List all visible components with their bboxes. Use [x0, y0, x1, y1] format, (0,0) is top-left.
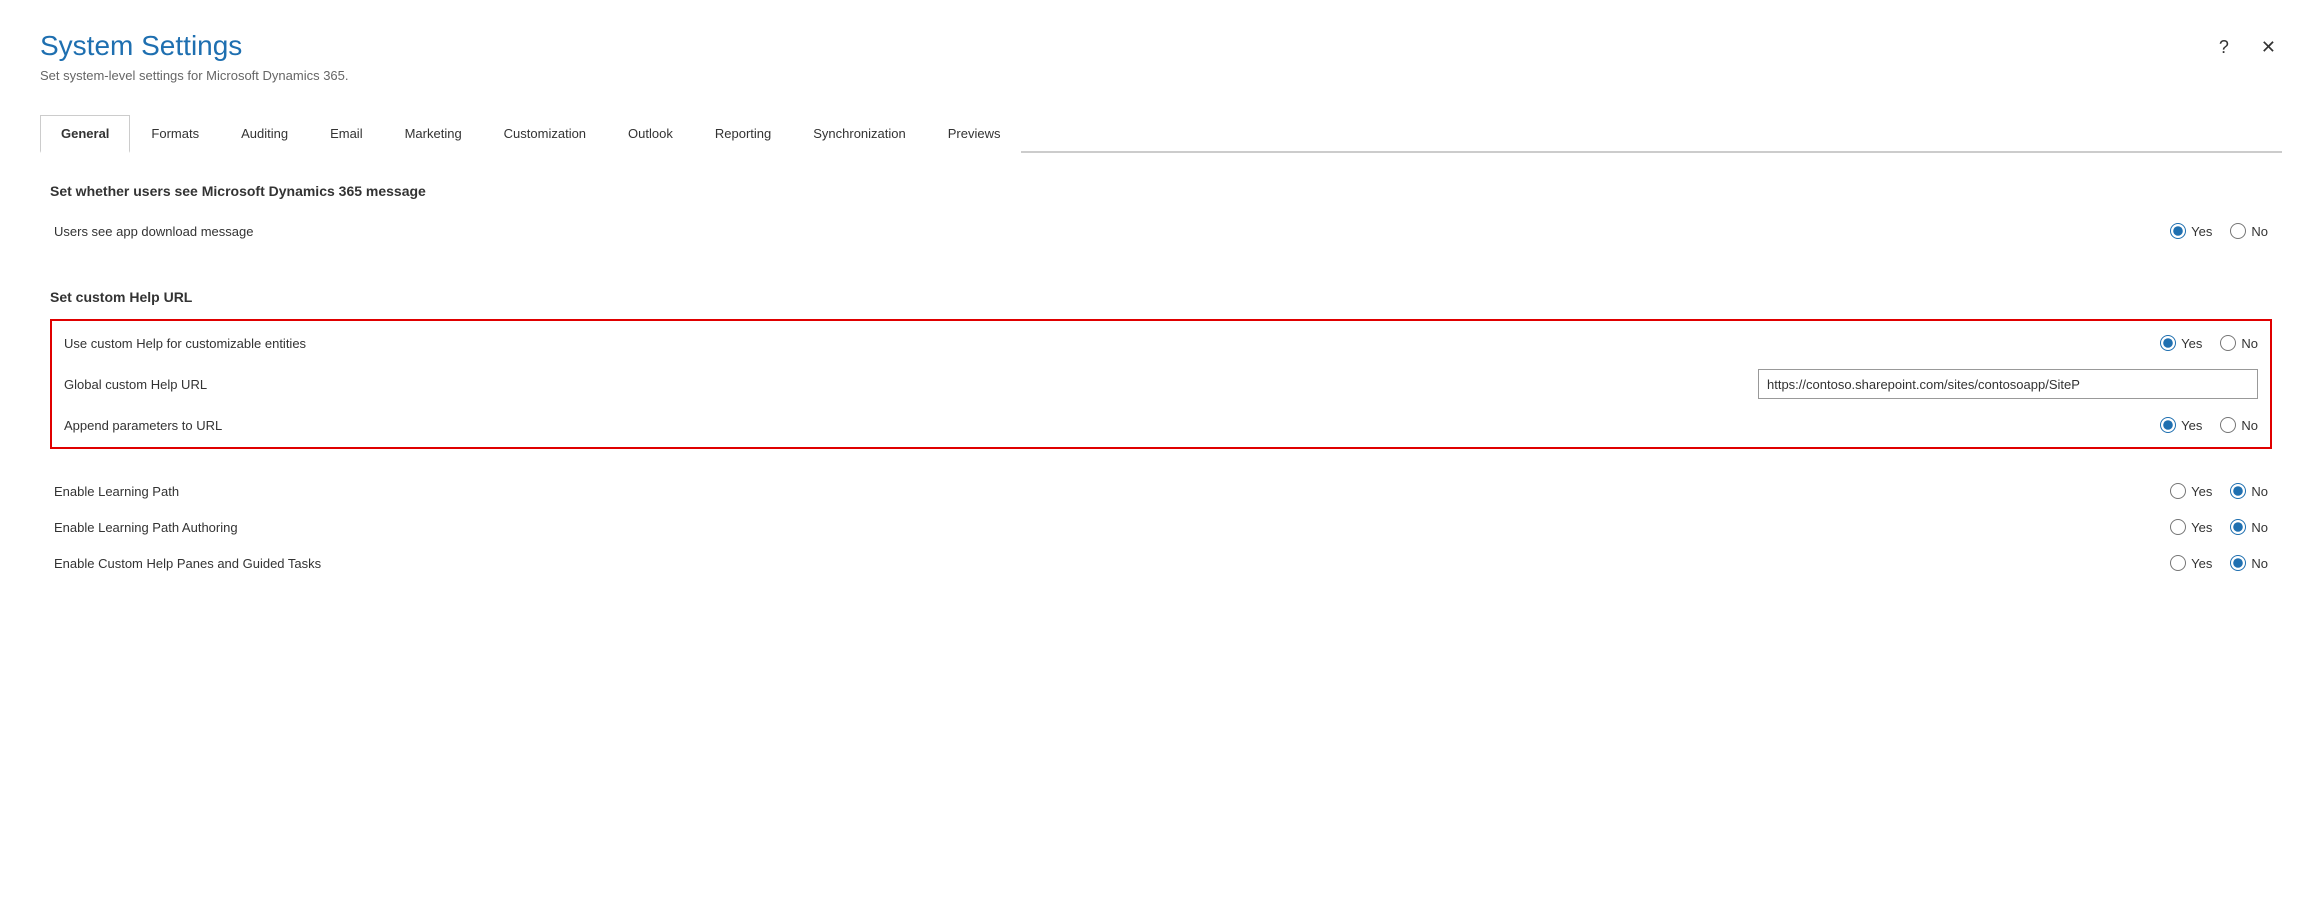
dialog-header: System Settings Set system-level setting…: [40, 30, 2282, 83]
append-params-yes-radio[interactable]: [2160, 417, 2176, 433]
setting-global-help-url: Global custom Help URL: [60, 361, 2262, 407]
section-dynamics-title: Set whether users see Microsoft Dynamics…: [50, 183, 2272, 199]
help-button[interactable]: ?: [2213, 35, 2235, 60]
learning-path-no[interactable]: No: [2230, 483, 2268, 499]
setting-enable-learning-path: Enable Learning Path Yes No: [50, 473, 2272, 509]
enable-learning-path-authoring-label: Enable Learning Path Authoring: [54, 520, 2170, 535]
highlighted-help-block: Use custom Help for customizable entitie…: [50, 319, 2272, 449]
app-download-no-radio[interactable]: [2230, 223, 2246, 239]
custom-help-panes-yes-radio[interactable]: [2170, 555, 2186, 571]
setting-enable-custom-help-panes: Enable Custom Help Panes and Guided Task…: [50, 545, 2272, 581]
tab-synchronization[interactable]: Synchronization: [792, 115, 927, 153]
tab-reporting[interactable]: Reporting: [694, 115, 792, 153]
tab-previews[interactable]: Previews: [927, 115, 1022, 153]
dialog-subtitle: Set system-level settings for Microsoft …: [40, 68, 349, 83]
app-download-no[interactable]: No: [2230, 223, 2268, 239]
enable-learning-path-radio-group: Yes No: [2170, 483, 2268, 499]
tab-email[interactable]: Email: [309, 115, 384, 153]
learning-path-authoring-yes[interactable]: Yes: [2170, 519, 2212, 535]
dialog-title-area: System Settings Set system-level setting…: [40, 30, 349, 83]
tab-marketing[interactable]: Marketing: [384, 115, 483, 153]
learning-path-yes[interactable]: Yes: [2170, 483, 2212, 499]
enable-learning-path-label: Enable Learning Path: [54, 484, 2170, 499]
use-custom-help-no-radio[interactable]: [2220, 335, 2236, 351]
learning-path-authoring-no-radio[interactable]: [2230, 519, 2246, 535]
custom-help-panes-no-radio[interactable]: [2230, 555, 2246, 571]
learning-path-authoring-radio-group: Yes No: [2170, 519, 2268, 535]
section-dynamics-message: Set whether users see Microsoft Dynamics…: [50, 183, 2272, 249]
dialog-container: System Settings Set system-level setting…: [0, 0, 2322, 917]
append-params-radio-group: Yes No: [2160, 417, 2258, 433]
append-params-no[interactable]: No: [2220, 417, 2258, 433]
use-custom-help-no[interactable]: No: [2220, 335, 2258, 351]
app-download-yes-radio[interactable]: [2170, 223, 2186, 239]
custom-help-panes-yes[interactable]: Yes: [2170, 555, 2212, 571]
setting-append-params: Append parameters to URL Yes No: [60, 407, 2262, 443]
append-params-label: Append parameters to URL: [64, 418, 2160, 433]
global-help-url-label: Global custom Help URL: [64, 377, 1758, 392]
use-custom-help-yes-radio[interactable]: [2160, 335, 2176, 351]
learning-path-authoring-no[interactable]: No: [2230, 519, 2268, 535]
tab-formats[interactable]: Formats: [130, 115, 220, 153]
use-custom-help-radio-group: Yes No: [2160, 335, 2258, 351]
tab-auditing[interactable]: Auditing: [220, 115, 309, 153]
use-custom-help-label: Use custom Help for customizable entitie…: [64, 336, 2160, 351]
dialog-controls: ? ✕: [2213, 30, 2282, 60]
setting-use-custom-help: Use custom Help for customizable entitie…: [60, 325, 2262, 361]
app-download-yes[interactable]: Yes: [2170, 223, 2212, 239]
dialog-title: System Settings: [40, 30, 349, 62]
setting-app-download: Users see app download message Yes No: [50, 213, 2272, 249]
section-custom-help: Set custom Help URL Use custom Help for …: [50, 289, 2272, 449]
custom-help-panes-radio-group: Yes No: [2170, 555, 2268, 571]
append-params-yes[interactable]: Yes: [2160, 417, 2202, 433]
custom-help-panes-no[interactable]: No: [2230, 555, 2268, 571]
setting-enable-learning-path-authoring: Enable Learning Path Authoring Yes No: [50, 509, 2272, 545]
tabs-container: General Formats Auditing Email Marketing…: [40, 113, 2282, 153]
content-area: Set whether users see Microsoft Dynamics…: [40, 153, 2282, 877]
custom-help-title: Set custom Help URL: [50, 289, 2272, 305]
learning-path-authoring-yes-radio[interactable]: [2170, 519, 2186, 535]
global-help-url-controls: [1758, 369, 2258, 399]
append-params-no-radio[interactable]: [2220, 417, 2236, 433]
tab-outlook[interactable]: Outlook: [607, 115, 694, 153]
close-button[interactable]: ✕: [2255, 35, 2282, 60]
section-learning-path: Enable Learning Path Yes No Enable Learn…: [50, 473, 2272, 581]
tab-general[interactable]: General: [40, 115, 130, 153]
enable-custom-help-panes-label: Enable Custom Help Panes and Guided Task…: [54, 556, 2170, 571]
app-download-radio-group: Yes No: [2170, 223, 2268, 239]
global-help-url-input[interactable]: [1758, 369, 2258, 399]
learning-path-yes-radio[interactable]: [2170, 483, 2186, 499]
learning-path-no-radio[interactable]: [2230, 483, 2246, 499]
tab-customization[interactable]: Customization: [483, 115, 607, 153]
use-custom-help-yes[interactable]: Yes: [2160, 335, 2202, 351]
app-download-label: Users see app download message: [54, 224, 2170, 239]
